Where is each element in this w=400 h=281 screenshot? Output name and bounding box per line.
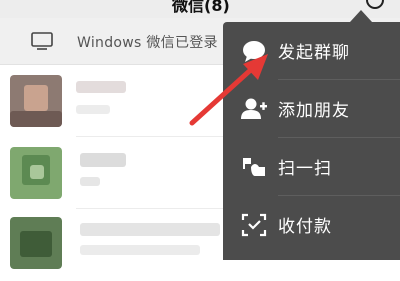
annotation-arrow-shaft xyxy=(189,63,258,126)
annotation-arrow xyxy=(189,54,268,126)
